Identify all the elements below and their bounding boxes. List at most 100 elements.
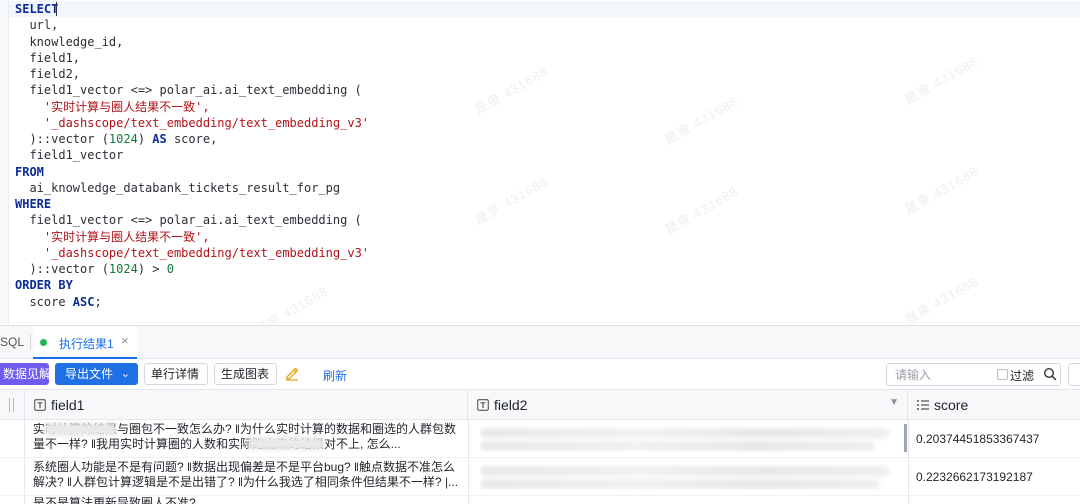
sql-token: score,: [166, 132, 218, 146]
column-header-field1[interactable]: field1: [25, 390, 468, 420]
sql-line[interactable]: '实时计算与圈人结果不一致',: [15, 99, 369, 115]
watermark: 晟泉 431688: [472, 63, 551, 118]
sql-string: '实时计算与圈人结果不一致',: [43, 229, 210, 244]
column-header-score[interactable]: score: [908, 390, 1080, 420]
sql-line[interactable]: url,: [15, 17, 369, 33]
sql-token: field1,: [15, 50, 81, 65]
column-label: field1: [51, 397, 85, 413]
tab-result-label: 执行结果1: [59, 337, 114, 351]
sql-token: ai_knowledge_databank_tickets_result_for…: [15, 180, 341, 195]
cell-field2-redacted[interactable]: [480, 426, 898, 452]
sql-token: field1_vector: [15, 148, 124, 163]
sql-token: url,: [15, 18, 59, 33]
watermark: 晟泉 431688: [902, 273, 981, 324]
number-list-icon: [917, 400, 929, 410]
sql-line[interactable]: '_dashscope/text_embedding/text_embeddin…: [15, 115, 369, 131]
data-insight-button[interactable]: 数据见解: [0, 363, 51, 385]
redaction-blur: [480, 441, 875, 451]
search-box: 过滤: [886, 363, 1061, 386]
table-row[interactable]: 是不是算法更新导致圈人不准?: [0, 496, 1080, 504]
column-handle: [13, 398, 14, 412]
sql-keyword: ASC: [72, 294, 95, 309]
close-icon[interactable]: ×: [121, 333, 129, 348]
sql-token: field2,: [15, 67, 81, 81]
sql-line[interactable]: '实时计算与圈人结果不一致',: [15, 229, 369, 245]
cell-field2-redacted[interactable]: [480, 464, 898, 490]
sql-line[interactable]: SELECT: [15, 1, 369, 17]
sql-line[interactable]: WHERE: [15, 196, 369, 212]
sql-line[interactable]: score ASC;: [15, 294, 369, 310]
sql-string: '实时计算与圈人结果不一致',: [43, 99, 210, 114]
sql-line[interactable]: knowledge_id,: [15, 34, 369, 50]
redaction-blur: [480, 479, 880, 489]
search-input[interactable]: [887, 364, 987, 385]
sql-keyword: AS: [152, 132, 167, 146]
sql-line[interactable]: )::vector (1024) AS score,: [15, 131, 369, 147]
editor-gutter: [0, 0, 9, 324]
sql-keyword: FROM: [15, 164, 44, 179]
cell-field1[interactable]: 系统圈人功能是不是有问题? ‖数据出现偏差是不是平台bug? ‖触点数据不准怎么…: [33, 460, 463, 496]
export-file-button[interactable]: 导出文件 ⌄: [55, 363, 138, 385]
sql-editor[interactable]: SELECT url, knowledge_id, field1, field2…: [0, 0, 1080, 324]
sql-token: field1_vector <=> polar_ai.ai_text_embed…: [15, 213, 362, 228]
sql-line[interactable]: field1_vector <=> polar_ai.ai_text_embed…: [15, 82, 369, 98]
tab-sql[interactable]: SQL: [0, 335, 24, 349]
sql-code[interactable]: SELECT url, knowledge_id, field1, field2…: [15, 1, 369, 310]
row-detail-button[interactable]: 单行详情: [144, 363, 208, 385]
filter-checkbox[interactable]: [997, 369, 1008, 380]
sql-keyword: ORDER BY: [15, 278, 73, 293]
sql-token: ): [137, 132, 153, 146]
sql-line[interactable]: FROM: [15, 164, 369, 180]
cell-field1[interactable]: 是不是算法更新导致圈人不准?: [33, 496, 463, 504]
row-gutter[interactable]: [0, 420, 25, 457]
sql-keyword: SELECT: [15, 2, 59, 16]
sql-line[interactable]: ai_knowledge_databank_tickets_result_for…: [15, 180, 369, 196]
sql-line[interactable]: field1_vector <=> polar_ai.ai_text_embed…: [15, 212, 369, 228]
row-gutter[interactable]: [0, 496, 25, 504]
result-grid: field1 field2 ▼ score 实时计算的结果与圈包不一致怎么办? …: [0, 389, 1080, 504]
chevron-down-icon: ⌄: [120, 368, 130, 380]
column-header-field2[interactable]: field2 ▼: [468, 390, 908, 420]
table-row[interactable]: 系统圈人功能是不是有问题? ‖数据出现偏差是不是平台bug? ‖触点数据不准怎么…: [0, 458, 1080, 496]
watermark: 晟泉 431688: [472, 173, 551, 228]
redaction-blur: [248, 437, 324, 450]
sql-token: )::vector (: [15, 132, 109, 146]
column-label: score: [934, 397, 969, 413]
result-toolbar: 数据见解 导出文件 ⌄ 单行详情 生成图表 刷新 过滤: [0, 359, 1080, 389]
sql-token: )::vector (: [15, 262, 109, 276]
toolbar-extra-control[interactable]: [1068, 363, 1080, 386]
tab-result-1[interactable]: 执行结果1 ×: [33, 326, 137, 359]
redaction-blur: [44, 423, 116, 436]
sql-line[interactable]: ORDER BY: [15, 277, 369, 293]
sql-line[interactable]: field1_vector: [15, 147, 369, 163]
sql-line[interactable]: '_dashscope/text_embedding/text_embeddin…: [15, 245, 369, 261]
status-dot-icon: [40, 339, 47, 346]
sql-line[interactable]: field1,: [15, 50, 369, 66]
cell-score[interactable]: 0.20374451853367437: [916, 432, 1039, 446]
filter-label[interactable]: 过滤: [1010, 367, 1034, 384]
sql-token: score: [15, 294, 73, 309]
sql-line[interactable]: field2,: [15, 66, 369, 82]
generate-chart-button[interactable]: 生成图表: [214, 363, 277, 385]
refresh-button[interactable]: 刷新: [323, 367, 347, 384]
text-type-icon: [477, 399, 489, 411]
cell-score[interactable]: 0.2232662173192187: [916, 470, 1033, 484]
sql-token: ) >: [137, 262, 167, 276]
sql-line[interactable]: )::vector (1024) > 0: [15, 261, 369, 277]
edit-pen-icon[interactable]: [284, 365, 300, 381]
watermark: 晟泉 431688: [902, 53, 981, 108]
export-file-label: 导出文件: [65, 367, 114, 381]
watermark: 晟泉 431688: [662, 183, 741, 238]
result-tab-bar: SQL 执行结果1 ×: [0, 325, 1080, 359]
column-handle: [9, 398, 10, 412]
row-gutter[interactable]: [0, 458, 25, 495]
table-row[interactable]: 实时计算的结果与圈包不一致怎么办? ‖为什么实时计算的数据和圈选的人群包数量不一…: [0, 420, 1080, 458]
row-header-corner: [0, 390, 25, 420]
sort-caret-icon[interactable]: ▼: [889, 397, 899, 408]
tab-divider: [30, 334, 31, 350]
search-icon[interactable]: [1043, 367, 1057, 381]
watermark: 晟泉 431688: [662, 93, 741, 148]
